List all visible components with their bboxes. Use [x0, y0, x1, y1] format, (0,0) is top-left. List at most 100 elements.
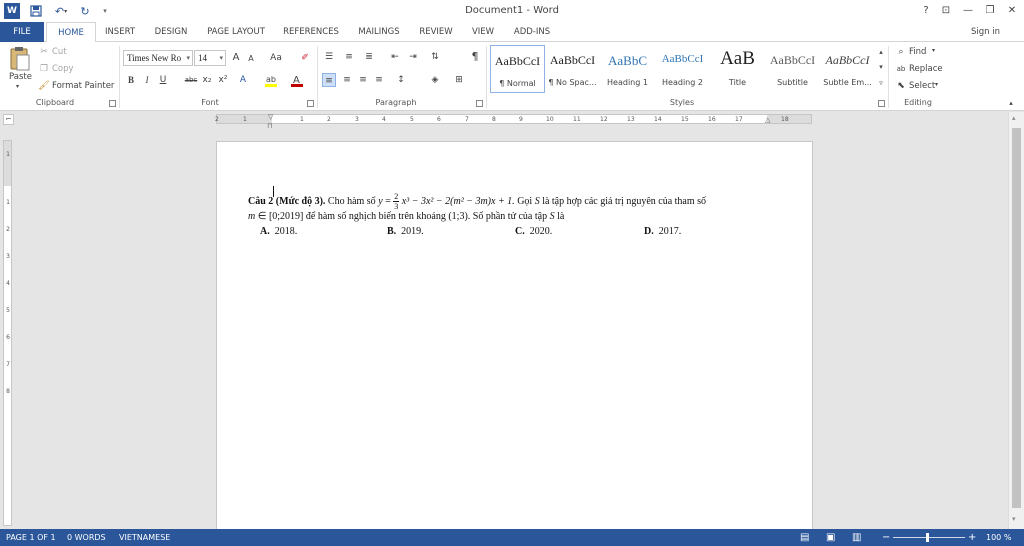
clipboard-launcher-icon[interactable] [109, 100, 116, 107]
tab-selector-icon[interactable]: ⌐ [3, 114, 14, 125]
vertical-scrollbar[interactable]: ▴ ▾ [1008, 112, 1024, 529]
paste-dropdown-icon[interactable]: ▾ [16, 83, 19, 90]
close-button[interactable]: ✕ [1003, 3, 1021, 18]
select-dropdown-icon[interactable]: ▾ [935, 81, 938, 88]
minimize-button[interactable]: — [959, 3, 977, 18]
replace-button[interactable]: Replace [909, 64, 943, 74]
grow-font-button[interactable]: A [229, 51, 243, 65]
sort-icon[interactable]: ⇅ [428, 50, 442, 64]
shading-icon[interactable]: ◈ [428, 73, 442, 87]
question-level: (Mức độ 3). [275, 195, 326, 207]
style-no-spacing[interactable]: AaBbCcI ¶ No Spac... [545, 45, 600, 93]
cut-button[interactable]: Cut [52, 47, 67, 57]
paste-icon[interactable] [8, 46, 32, 72]
scroll-up-icon[interactable]: ▴ [1012, 114, 1016, 122]
justify-icon[interactable]: ≡ [372, 73, 386, 87]
zoom-out-button[interactable]: − [882, 529, 890, 546]
zoom-slider[interactable] [893, 537, 965, 538]
scroll-down-icon[interactable]: ▾ [1012, 515, 1016, 523]
italic-button[interactable]: I [140, 73, 154, 87]
tab-insert[interactable]: INSERT [100, 22, 140, 42]
copy-button[interactable]: Copy [52, 64, 74, 74]
ribbon-display-options-button[interactable]: ⊡ [937, 3, 955, 18]
decrease-indent-icon[interactable]: ⇤ [388, 50, 402, 64]
subscript-button[interactable]: x₂ [200, 73, 214, 87]
tab-references[interactable]: REFERENCES [280, 22, 342, 42]
tab-mailings[interactable]: MAILINGS [352, 22, 406, 42]
font-name-combo[interactable]: Times New Ro ▾ [123, 50, 193, 66]
left-indent-marker-icon[interactable]: ⊓ [267, 122, 272, 130]
vertical-ruler[interactable]: 1 1 2 3 4 5 6 7 8 [3, 140, 12, 526]
word-count[interactable]: 0 WORDS [67, 529, 106, 546]
language-indicator[interactable]: VIETNAMESE [119, 529, 170, 546]
sign-in-link[interactable]: Sign in [971, 22, 1000, 42]
document-page[interactable]: Câu 2 (Mức độ 3). Cho hàm số y = 23 x³ −… [216, 141, 813, 531]
font-launcher-icon[interactable] [307, 100, 314, 107]
first-line-indent-marker-icon[interactable]: ▽ [268, 113, 273, 121]
increase-indent-icon[interactable]: ⇥ [406, 50, 420, 64]
bullets-icon[interactable]: ☰ [322, 50, 336, 64]
restore-button[interactable]: ❐ [981, 3, 999, 18]
help-button[interactable]: ? [917, 3, 935, 18]
numbering-icon[interactable]: ≡ [342, 50, 356, 64]
style-normal[interactable]: AaBbCcI ¶ Normal [490, 45, 545, 93]
bold-button[interactable]: B [124, 73, 138, 87]
style-heading-2[interactable]: AaBbCcI Heading 2 [655, 45, 710, 93]
format-painter-button[interactable]: Format Painter [52, 81, 114, 91]
collapse-ribbon-icon[interactable]: ▴ [1004, 96, 1018, 110]
clear-formatting-icon[interactable]: ✐ [298, 51, 312, 65]
find-icon[interactable]: ⌕ [894, 45, 908, 59]
paragraph-launcher-icon[interactable] [476, 100, 483, 107]
format-painter-icon[interactable]: 🖌 [37, 79, 51, 93]
highlight-icon[interactable]: ab [264, 73, 278, 87]
text-effects-icon[interactable]: A [236, 73, 250, 87]
print-layout-icon[interactable]: ▣ [826, 529, 835, 546]
borders-icon[interactable]: ⊞ [452, 73, 466, 87]
shrink-font-button[interactable]: A [244, 52, 258, 66]
styles-scroll-down-icon[interactable]: ▾ [874, 60, 888, 74]
tab-page-layout[interactable]: PAGE LAYOUT [202, 22, 270, 42]
select-icon[interactable]: ⬉ [894, 79, 908, 93]
superscript-button[interactable]: x² [216, 73, 230, 87]
read-mode-icon[interactable]: ▤ [800, 529, 809, 546]
copy-icon[interactable]: ❐ [37, 62, 51, 76]
align-right-icon[interactable]: ≡ [356, 73, 370, 87]
zoom-in-button[interactable]: + [968, 529, 976, 546]
align-center-icon[interactable]: ≡ [340, 73, 354, 87]
select-button[interactable]: Select [909, 81, 935, 91]
font-size-combo[interactable]: 14 ▾ [194, 50, 226, 66]
style-heading-1[interactable]: AaBbC Heading 1 [600, 45, 655, 93]
change-case-button[interactable]: Aa [266, 51, 286, 65]
web-layout-icon[interactable]: ▥ [852, 529, 861, 546]
font-color-icon[interactable]: A [290, 73, 304, 87]
page-count[interactable]: PAGE 1 OF 1 [6, 529, 56, 546]
styles-scroll-up-icon[interactable]: ▴ [874, 45, 888, 59]
tab-add-ins[interactable]: ADD-INS [508, 22, 556, 42]
find-dropdown-icon[interactable]: ▾ [932, 47, 935, 54]
tab-file[interactable]: FILE [0, 22, 44, 42]
align-left-icon[interactable]: ≡ [322, 73, 336, 87]
scroll-thumb[interactable] [1012, 128, 1021, 508]
style-title[interactable]: AaB Title [710, 45, 765, 93]
line-spacing-icon[interactable]: ↕ [394, 73, 408, 87]
right-indent-marker-icon[interactable]: △ [765, 116, 770, 124]
styles-more-icon[interactable]: ▿ [874, 76, 888, 90]
show-formatting-button[interactable]: ¶ [468, 50, 482, 64]
style-subtle-emphasis[interactable]: AaBbCcI Subtle Em... [820, 45, 875, 93]
strikethrough-button[interactable]: abc [182, 73, 200, 87]
horizontal-ruler[interactable]: 2 1 1 2 3 4 5 6 7 8 9 10 11 12 13 14 15 … [215, 113, 812, 124]
cut-icon[interactable]: ✂ [37, 45, 51, 59]
tab-review[interactable]: REVIEW [414, 22, 458, 42]
tab-view[interactable]: VIEW [466, 22, 500, 42]
zoom-level[interactable]: 100 % [986, 529, 1011, 546]
underline-button[interactable]: U [156, 73, 170, 87]
styles-launcher-icon[interactable] [878, 100, 885, 107]
multilevel-list-icon[interactable]: ≣ [362, 50, 376, 64]
replace-icon[interactable]: ab [894, 62, 908, 76]
style-subtitle[interactable]: AaBbCcI Subtitle [765, 45, 820, 93]
find-button[interactable]: Find [909, 47, 926, 57]
paste-button[interactable]: Paste [9, 72, 32, 82]
zoom-slider-thumb[interactable] [926, 533, 929, 542]
tab-home[interactable]: HOME [46, 22, 96, 43]
tab-design[interactable]: DESIGN [148, 22, 194, 42]
